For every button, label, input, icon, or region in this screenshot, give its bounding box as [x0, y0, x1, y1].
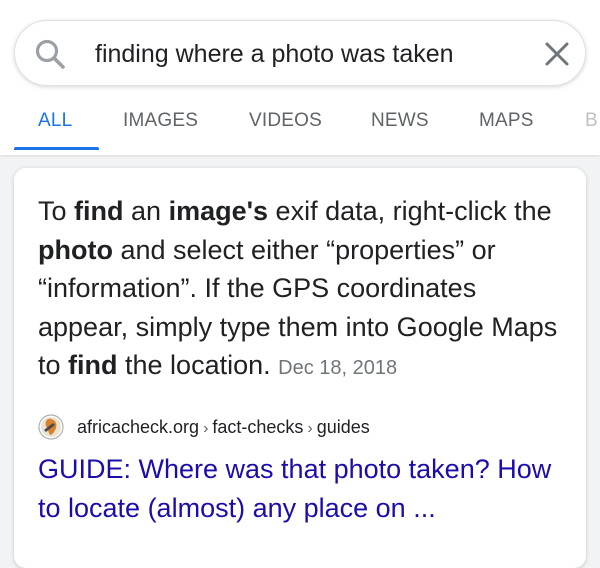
- search-tabs: ALL IMAGES VIDEOS NEWS MAPS B: [0, 96, 600, 152]
- clear-search-button[interactable]: [540, 37, 574, 71]
- snippet-highlight: find: [68, 350, 118, 380]
- result-source[interactable]: africacheck.org › fact-checks › guides: [38, 413, 370, 441]
- tab-maps[interactable]: MAPS: [479, 110, 534, 132]
- search-header: ALL IMAGES VIDEOS NEWS MAPS B: [0, 0, 600, 155]
- tab-images[interactable]: IMAGES: [123, 110, 198, 132]
- search-icon[interactable]: [33, 37, 67, 71]
- search-bar[interactable]: [14, 20, 586, 86]
- snippet-text: exif data, right-click the: [268, 196, 552, 226]
- tab-news[interactable]: NEWS: [371, 110, 429, 132]
- featured-snippet-text: To find an image's exif data, right-clic…: [38, 192, 568, 388]
- breadcrumb-item: guides: [316, 416, 370, 437]
- africacheck-favicon-icon: [38, 414, 64, 440]
- snippet-text: an: [123, 196, 169, 226]
- breadcrumb: africacheck.org › fact-checks › guides: [77, 417, 370, 438]
- breadcrumb-separator: ›: [203, 419, 209, 437]
- tab-all[interactable]: ALL: [38, 110, 72, 132]
- snippet-text: To: [38, 196, 75, 226]
- result-title-link[interactable]: GUIDE: Where was that photo taken? How t…: [38, 450, 568, 527]
- snippet-highlight: image's: [168, 196, 269, 226]
- snippet-text: the location.: [117, 350, 271, 380]
- featured-snippet-card: To find an image's exif data, right-clic…: [14, 168, 586, 568]
- active-tab-indicator: [14, 147, 99, 150]
- snippet-date: Dec 18, 2018: [278, 357, 398, 379]
- breadcrumb-item: fact-checks: [212, 416, 304, 437]
- tab-videos[interactable]: VIDEOS: [249, 110, 322, 132]
- breadcrumb-separator: ›: [307, 419, 313, 437]
- breadcrumb-domain: africacheck.org: [77, 416, 200, 437]
- search-input[interactable]: [95, 34, 495, 74]
- snippet-highlight: find: [74, 196, 124, 226]
- tab-books[interactable]: B: [585, 110, 598, 132]
- snippet-highlight: photo: [38, 234, 113, 265]
- close-icon: [545, 42, 569, 66]
